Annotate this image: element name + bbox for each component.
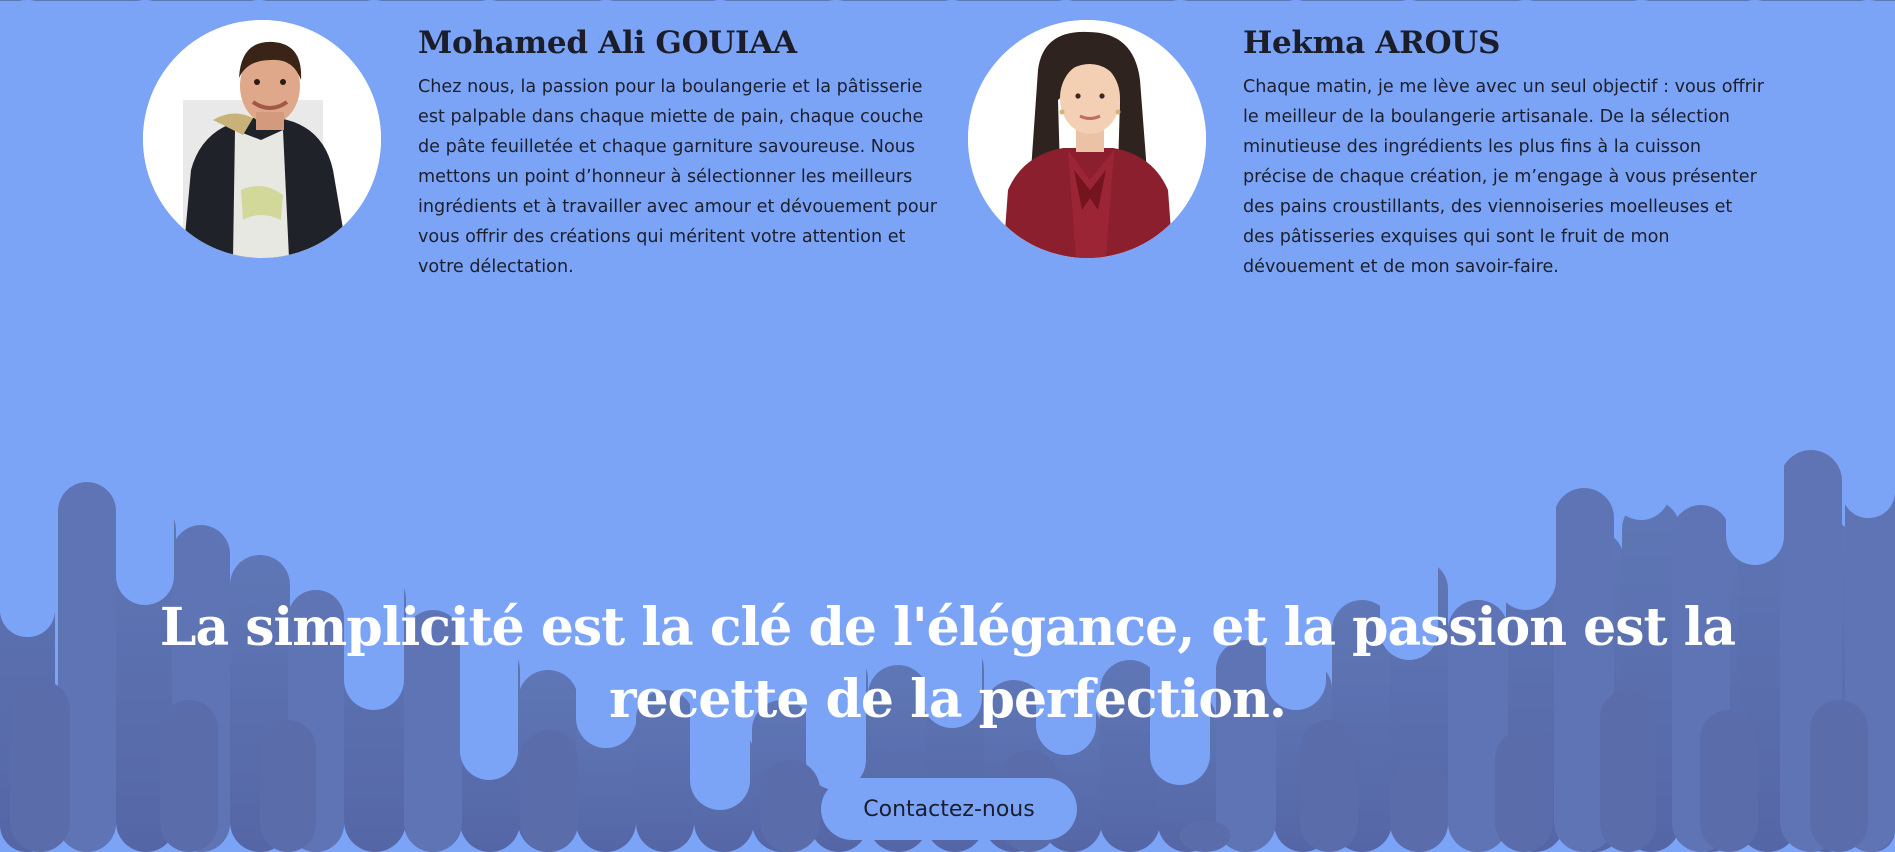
team-member-bio: Chaque matin, je me lève avec un seul ob… bbox=[1243, 77, 1764, 277]
team-member-2-text: Hekma AROUS Chaque matin, je me lève ave… bbox=[1243, 20, 1768, 282]
man-portrait-photo-icon bbox=[143, 20, 381, 258]
hero-quote: La simplicité est la clé de l'élégance, … bbox=[159, 597, 1736, 730]
team-member-name: Mohamed Ali GOUIAA bbox=[418, 25, 797, 61]
woman-portrait-photo-icon bbox=[968, 20, 1206, 258]
contact-button[interactable]: Contactez-nous bbox=[821, 778, 1077, 840]
team-member-bio: Chez nous, la passion pour la boulangeri… bbox=[418, 77, 937, 277]
team-member-1-text: Mohamed Ali GOUIAA Chez nous, la passion… bbox=[418, 20, 943, 282]
about-team-section: Mohamed Ali GOUIAA Chez nous, la passion… bbox=[0, 0, 1895, 852]
team-member-name: Hekma AROUS bbox=[1243, 25, 1501, 61]
